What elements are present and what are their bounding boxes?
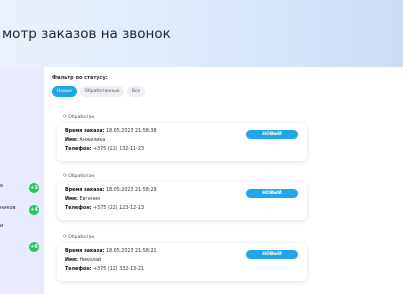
filter-processed-chip[interactable]: Обработанные	[80, 86, 124, 97]
sidebar: е +3 ников +4 и +6	[0, 67, 44, 294]
filter-new-chip[interactable]: Новые	[52, 86, 77, 97]
status-badge[interactable]: НОВЫЙ	[246, 189, 298, 198]
sidebar-item-3[interactable]: и	[0, 222, 44, 236]
page-header: мотр заказов на звонок	[0, 0, 403, 67]
processed-label: Обработан	[68, 174, 95, 179]
check-circle-icon: ⟳	[63, 234, 68, 240]
order-name: Имя: Евгения	[65, 197, 100, 202]
order-phone: Телефон: +375 (22) 123-12-13	[65, 206, 145, 211]
order-time: Время заказа: 18.05.2023 21:58:21	[65, 249, 157, 254]
order-card: Время заказа: 18.05.2023 21:58:38 Имя: А…	[57, 123, 307, 161]
count-badge: +4	[29, 205, 39, 215]
order-card: Время заказа: 18.05.2023 21:58:29 Имя: Е…	[57, 182, 307, 220]
processed-link[interactable]: ⟳Обработан	[63, 114, 95, 120]
order-phone: Телефон: +375 (22) 132-11-23	[65, 147, 145, 152]
status-badge[interactable]: НОВЫЙ	[246, 250, 298, 259]
order-name: Имя: Анжелика	[65, 138, 106, 143]
page-title: мотр заказов на звонок	[2, 26, 171, 42]
orders-panel: Фильтр по статусу: Новые Обработанные Вс…	[44, 67, 403, 294]
sidebar-item-1[interactable]: е +3	[0, 182, 44, 196]
check-circle-icon: ⟳	[63, 114, 68, 120]
check-circle-icon: ⟳	[63, 173, 68, 179]
processed-link[interactable]: ⟳Обработан	[63, 234, 95, 240]
order-time: Время заказа: 18.05.2023 21:58:38	[65, 129, 157, 134]
count-badge: +6	[29, 242, 39, 252]
sidebar-item-label: ников	[0, 205, 16, 211]
order-phone: Телефон: +375 (12) 332-13-21	[65, 267, 145, 272]
sidebar-item-label: е	[0, 183, 4, 189]
processed-link[interactable]: ⟳Обработан	[63, 173, 95, 179]
processed-label: Обработан	[68, 115, 95, 120]
order-name: Имя: Николай	[65, 258, 102, 263]
order-card: Время заказа: 18.05.2023 21:58:21 Имя: Н…	[57, 243, 307, 281]
status-badge[interactable]: НОВЫЙ	[246, 130, 298, 139]
sidebar-item-label: и	[0, 223, 4, 229]
sidebar-item-2[interactable]: ников +4	[0, 204, 44, 218]
count-badge: +3	[29, 183, 39, 193]
sidebar-item-4[interactable]: +6	[0, 241, 44, 255]
filter-all-chip[interactable]: Все	[127, 86, 145, 97]
order-time: Время заказа: 18.05.2023 21:58:29	[65, 188, 157, 193]
filter-label: Фильтр по статусу:	[52, 75, 108, 81]
processed-label: Обработан	[68, 235, 95, 240]
